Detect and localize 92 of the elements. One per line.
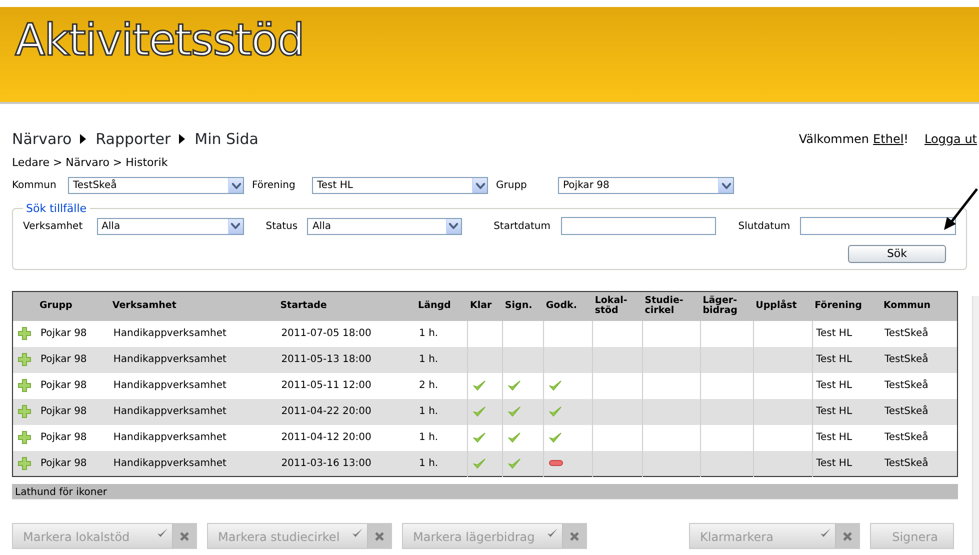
table-cell: Test HL — [816, 432, 852, 443]
table-cell: Handikappverksamhet — [113, 458, 226, 469]
table-cell: 2011-03-16 13:00 — [281, 458, 372, 469]
dropdown[interactable]: TestSkeå — [68, 177, 244, 194]
column-header: Kommun — [883, 301, 931, 312]
dropdown[interactable]: Test HL — [312, 177, 488, 194]
table-cell: Test HL — [816, 458, 852, 469]
close-icon — [842, 530, 853, 542]
plus-icon[interactable] — [18, 326, 31, 340]
scrollbar[interactable] — [972, 296, 979, 555]
exclamation-text: ! — [904, 131, 908, 148]
table-cell: 1 h. — [419, 432, 438, 443]
column-header: Lokal- stöd — [594, 296, 628, 316]
table-cell: TestSkeå — [884, 380, 928, 391]
table-cell: Pojkar 98 — [40, 458, 87, 469]
close-icon — [374, 530, 385, 542]
table-cell: Test HL — [816, 354, 852, 365]
column-header: Grupp — [39, 301, 72, 312]
table-cell: Pojkar 98 — [40, 354, 87, 365]
user-link[interactable]: Ethel — [873, 130, 904, 148]
column-header: Upplåst — [756, 301, 797, 312]
check-icon — [352, 528, 363, 538]
table-cell: 2 h. — [419, 380, 438, 391]
table-cell: Test HL — [816, 328, 852, 339]
column-header: Godk. — [546, 301, 577, 312]
check-icon — [547, 528, 558, 538]
check-icon — [820, 528, 831, 538]
column-header: Längd — [418, 301, 451, 312]
column-header: Förening — [814, 301, 862, 312]
table-cell: 1 h. — [419, 328, 438, 339]
table-cell: Handikappverksamhet — [113, 380, 226, 391]
table-cell: Handikappverksamhet — [113, 354, 226, 365]
caret-icon — [178, 134, 185, 144]
column-header: Klar — [470, 301, 492, 312]
logout-link[interactable]: Logga ut — [924, 130, 977, 148]
table-cell: 2011-05-11 12:00 — [281, 380, 372, 391]
caret-icon — [80, 134, 86, 144]
table-cell: Handikappverksamhet — [113, 432, 226, 443]
dropdown[interactable]: Pojkar 98 — [558, 177, 734, 194]
table-cell: Pojkar 98 — [40, 432, 87, 443]
field-label: Grupp — [496, 179, 528, 193]
field-label: Status — [266, 220, 299, 234]
column-header: Sign. — [504, 301, 532, 312]
table-cell: 1 h. — [419, 406, 438, 417]
column-header: Läger- bidrag — [702, 296, 738, 316]
plus-icon[interactable] — [18, 456, 31, 470]
table-cell: Pojkar 98 — [40, 380, 87, 391]
text-field[interactable] — [561, 217, 716, 235]
table-cell: 2011-04-12 20:00 — [281, 432, 372, 443]
plus-icon[interactable] — [18, 352, 31, 366]
welcome-text: Välkommen — [798, 131, 870, 148]
table-cell: 2011-04-22 20:00 — [281, 406, 372, 417]
table-cell: 2011-05-13 18:00 — [281, 354, 372, 365]
dropdown[interactable]: Alla — [307, 218, 462, 234]
field-label: Slutdatum — [738, 220, 792, 234]
column-header: Studie- cirkel — [644, 296, 684, 316]
table-cell: 1 h. — [419, 458, 438, 469]
field-label: Förening — [252, 179, 296, 193]
check-icon — [157, 528, 168, 538]
icon-guide-bar[interactable]: Lathund för ikoner — [12, 484, 958, 500]
arrow-icon — [943, 187, 979, 231]
field-label: Verksamhet — [23, 220, 84, 234]
table-cell: Pojkar 98 — [40, 328, 87, 339]
table-cell: Test HL — [816, 406, 852, 417]
dropdown[interactable]: Alla — [96, 218, 244, 234]
breadcrumb: Ledare > Närvaro > Historik — [12, 154, 168, 170]
table-cell: TestSkeå — [884, 458, 928, 469]
field-label: Startdatum — [494, 220, 552, 234]
text-field[interactable] — [800, 217, 956, 235]
table-cell: Handikappverksamhet — [113, 406, 226, 417]
table-cell: TestSkeå — [884, 406, 928, 417]
close-icon — [569, 530, 580, 542]
plus-icon[interactable] — [18, 378, 31, 392]
table-cell: TestSkeå — [884, 354, 928, 365]
table-cell: TestSkeå — [884, 328, 928, 339]
nav-link[interactable]: Min Sida — [194, 128, 258, 150]
table-cell: TestSkeå — [884, 432, 928, 443]
close-icon — [179, 530, 190, 542]
nav-link[interactable]: Rapporter — [96, 128, 171, 150]
table-cell: Pojkar 98 — [40, 406, 87, 417]
table-cell: 2011-07-05 18:00 — [281, 328, 372, 339]
column-header: Startade — [280, 301, 327, 312]
table-cell: Handikappverksamhet — [113, 328, 226, 339]
field-label: Kommun — [12, 179, 58, 193]
plus-icon[interactable] — [18, 430, 31, 444]
plus-icon[interactable] — [18, 404, 31, 418]
nav-link[interactable]: Närvaro — [12, 128, 72, 150]
column-header: Verksamhet — [112, 301, 176, 312]
table-cell: 1 h. — [419, 354, 438, 365]
app-logo: Aktivitetsstöd — [15, 17, 304, 65]
table-cell: Test HL — [816, 380, 852, 391]
search-button[interactable]: Sök — [848, 245, 946, 263]
